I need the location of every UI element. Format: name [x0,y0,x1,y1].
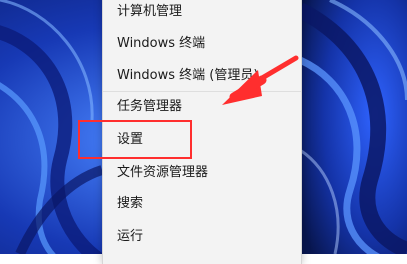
menu-item-computer-management[interactable]: 计算机管理 [117,3,182,21]
menu-item-windows-terminal[interactable]: Windows 终端 [117,35,205,53]
menu-item-windows-terminal-admin[interactable]: Windows 终端 (管理员) [117,67,258,85]
menu-item-search[interactable]: 搜索 [117,195,143,213]
menu-item-run[interactable]: 运行 [117,228,143,246]
menu-item-task-manager[interactable]: 任务管理器 [117,98,182,116]
settings-highlight-box [78,120,192,159]
menu-separator [103,91,301,92]
menu-item-file-explorer[interactable]: 文件资源管理器 [117,164,208,182]
